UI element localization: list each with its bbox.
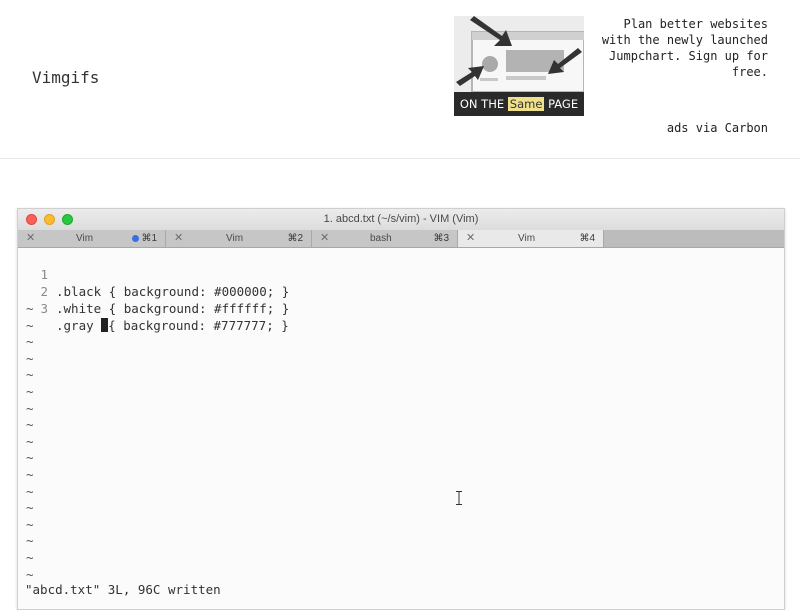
line-text-after-cursor: { background: #777777; } [108, 318, 289, 333]
tab-bar: ✕ Vim ⌘1 ✕ Vim ⌘2 ✕ bash ⌘3 ✕ Vim ⌘4 [18, 230, 784, 248]
tilde-line: ~ [26, 384, 34, 399]
tilde-line: ~ [26, 400, 34, 416]
tab-label: bash [370, 233, 392, 244]
ibeam-cursor-icon [456, 491, 462, 505]
tilde-line: ~ [26, 301, 34, 316]
editor-line: 2 .white { background: #ffffff; } [18, 266, 289, 316]
close-icon[interactable]: ✕ [466, 231, 475, 246]
tilde-line: ~ [26, 367, 34, 383]
tilde-line: ~ [26, 550, 34, 565]
tilde-line: ~ [26, 334, 34, 350]
line-text: .black { background: #000000; } [56, 284, 290, 299]
tilde-line: ~ [26, 417, 34, 433]
ad-banner-prefix: ON THE [459, 97, 505, 111]
tilde-line: ~ [26, 500, 34, 516]
line-text-before-cursor: .gray [56, 318, 102, 333]
tab-shortcut: ⌘2 [287, 233, 303, 244]
tab-vim-4[interactable]: ✕ Vim ⌘4 [458, 230, 604, 247]
tilde-line: ~ [26, 433, 34, 449]
tilde-line: ~ [26, 317, 34, 333]
tab-shortcut: ⌘4 [579, 233, 595, 244]
editor-line: 1 .black { background: #000000; } [18, 249, 289, 299]
line-number: 3 [40, 301, 48, 316]
ad-illustration-icon [454, 16, 584, 92]
tab-label: Vim [518, 233, 536, 244]
tilde-line: ~ [26, 566, 34, 582]
tilde-line: ~ [26, 450, 34, 466]
tilde-line: ~ [26, 516, 34, 532]
ad-banner-suffix: PAGE [548, 97, 579, 111]
site-header: Vimgifs ON THE Same PAGE Plan better web… [0, 0, 800, 159]
vim-status-line: "abcd.txt" 3L, 96C written [25, 582, 221, 597]
ad-via-carbon-link[interactable]: ads via Carbon [667, 121, 768, 135]
line-text: .white { background: #ffffff; } [56, 301, 290, 316]
tab-shortcut: ⌘3 [433, 233, 449, 244]
site-title[interactable]: Vimgifs [32, 68, 99, 87]
close-icon[interactable]: ✕ [174, 231, 183, 246]
ad-banner-highlight: Same [507, 97, 545, 111]
tab-vim-2[interactable]: ✕ Vim ⌘2 [166, 230, 312, 247]
activity-dot-icon [132, 235, 139, 242]
vim-editor[interactable]: 1 .black { background: #000000; } 2 .whi… [18, 248, 784, 609]
tilde-line: ~ [26, 533, 34, 549]
ad-banner: ON THE Same PAGE [454, 92, 584, 116]
tab-label: Vim [226, 233, 244, 244]
ad-image[interactable]: ON THE Same PAGE [454, 16, 584, 116]
close-icon[interactable]: ✕ [320, 231, 329, 246]
title-bar[interactable]: 1. abcd.txt (~/s/vim) - VIM (Vim) [18, 209, 784, 231]
window-title: 1. abcd.txt (~/s/vim) - VIM (Vim) [323, 213, 479, 225]
editor-line: 3 .gray { background: #777777; } [18, 283, 288, 333]
terminal-window: 1. abcd.txt (~/s/vim) - VIM (Vim) ✕ Vim … [17, 208, 785, 610]
tilde-line: ~ [26, 483, 34, 499]
ad-text[interactable]: Plan better websites with the newly laun… [596, 16, 768, 80]
tab-shortcut: ⌘1 [141, 233, 157, 244]
close-icon[interactable]: ✕ [26, 231, 35, 246]
line-text: .gray { background: #777777; } [56, 317, 289, 334]
tab-bash-3[interactable]: ✕ bash ⌘3 [312, 230, 458, 247]
tilde-line: ~ [26, 350, 34, 366]
tab-vim-1[interactable]: ✕ Vim ⌘1 [18, 230, 166, 247]
tab-label: Vim [76, 233, 94, 244]
tilde-line: ~ [26, 467, 34, 482]
